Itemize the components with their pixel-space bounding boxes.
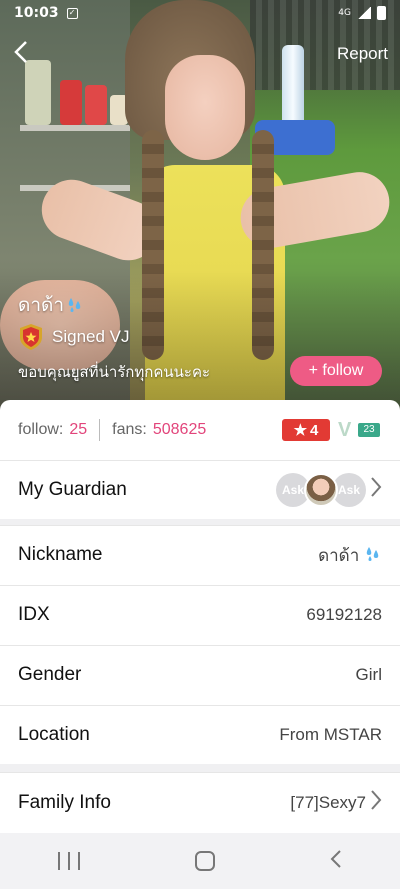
system-back-button[interactable] bbox=[330, 847, 342, 875]
my-guardian-row[interactable]: My Guardian Ask Ask bbox=[0, 460, 400, 519]
nickname-value: ดาด้า bbox=[318, 542, 382, 569]
gender-value: Girl bbox=[355, 665, 382, 684]
star-icon: ★ bbox=[293, 422, 308, 439]
shield-icon bbox=[20, 324, 42, 350]
vip-v-icon: V bbox=[338, 419, 352, 441]
water-drops-icon bbox=[68, 298, 81, 312]
profile-bio: ขอบคุณยูสที่น่ารักทุกคนนะคะ bbox=[18, 364, 211, 381]
follow-count[interactable]: 25 bbox=[69, 421, 87, 439]
idx-row: IDX 69192128 bbox=[0, 585, 400, 644]
location-label: Location bbox=[18, 724, 90, 745]
signed-vj-badge: Signed VJ bbox=[18, 323, 130, 351]
gender-label: Gender bbox=[18, 664, 82, 685]
chevron-left-icon bbox=[14, 41, 27, 63]
family-info-value: [77]Sexy7 bbox=[290, 793, 366, 812]
report-button[interactable]: Report bbox=[337, 44, 388, 64]
guardian-avatar[interactable] bbox=[304, 473, 338, 507]
status-time: 10:03 bbox=[14, 5, 59, 21]
chevron-right-icon bbox=[370, 476, 382, 504]
nickname-label: Nickname bbox=[18, 544, 103, 565]
idx-label: IDX bbox=[18, 604, 50, 625]
location-value: From MSTAR bbox=[279, 725, 382, 744]
fans-count[interactable]: 508625 bbox=[153, 421, 206, 439]
nickname-row: Nickname ดาด้า bbox=[0, 525, 400, 584]
network-label: 4G bbox=[338, 8, 351, 18]
follow-button[interactable]: + follow bbox=[290, 356, 382, 386]
my-guardian-label: My Guardian bbox=[18, 479, 127, 500]
guardian-avatars: Ask Ask bbox=[276, 473, 366, 507]
recent-apps-button[interactable] bbox=[57, 852, 80, 870]
follow-stats: follow: 25 fans: 508625 ★ 4 V 23 bbox=[0, 400, 400, 460]
chevron-right-icon bbox=[370, 789, 382, 817]
stats-divider bbox=[99, 419, 101, 441]
level-value: 4 bbox=[310, 421, 319, 439]
profile-info-panel: follow: 25 fans: 508625 ★ 4 V 23 My Guar… bbox=[0, 400, 400, 833]
status-bar: 10:03 ✓ 4G bbox=[0, 0, 400, 26]
vip-level-value: 23 bbox=[358, 423, 380, 437]
idx-value: 69192128 bbox=[306, 605, 382, 624]
level-badge: ★ 4 bbox=[282, 419, 330, 441]
location-row: Location From MSTAR bbox=[0, 705, 400, 764]
battery-icon bbox=[377, 6, 386, 20]
system-navigation-bar bbox=[0, 833, 400, 889]
fans-label: fans: bbox=[112, 421, 147, 438]
notification-icon: ✓ bbox=[66, 7, 78, 19]
back-button[interactable] bbox=[14, 40, 36, 68]
follow-label: follow: bbox=[18, 421, 64, 438]
water-drops-icon bbox=[366, 546, 379, 561]
profile-nickname-text: ดาด้า bbox=[18, 295, 65, 316]
family-info-row[interactable]: Family Info [77]Sexy7 bbox=[0, 772, 400, 833]
signed-vj-label: Signed VJ bbox=[52, 327, 130, 346]
signal-icon bbox=[357, 7, 371, 19]
home-button[interactable] bbox=[194, 851, 215, 871]
gender-row: Gender Girl bbox=[0, 645, 400, 704]
family-info-label: Family Info bbox=[18, 792, 111, 813]
profile-nickname: ดาด้า bbox=[18, 290, 84, 320]
section-gap bbox=[0, 764, 400, 772]
vip-badge: V 23 bbox=[338, 419, 382, 441]
